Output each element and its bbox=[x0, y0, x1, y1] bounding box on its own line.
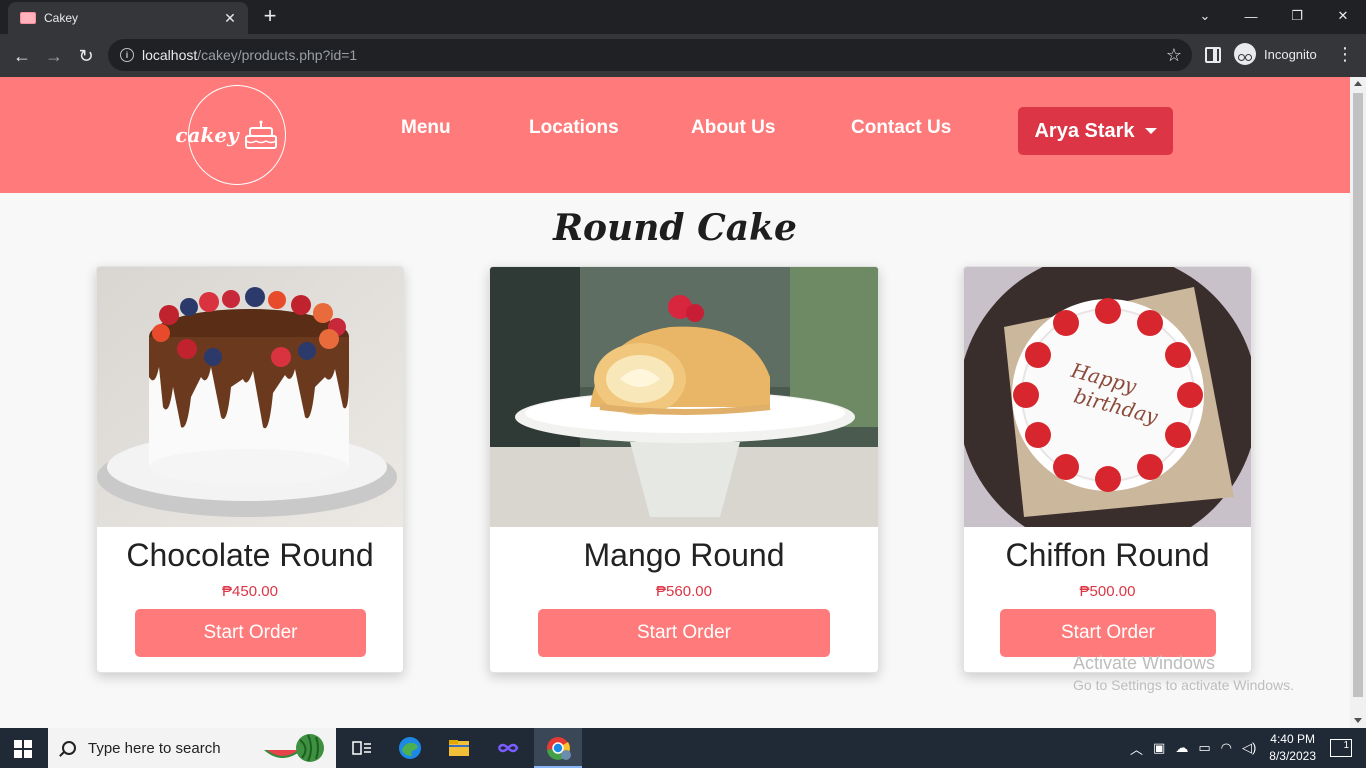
scroll-down-arrow-icon[interactable] bbox=[1354, 718, 1362, 723]
windows-taskbar: Type here to search ︿ ▣ ☁ ▭ ◠ ◁) 4:40 PM… bbox=[0, 728, 1366, 768]
logo-text: cakey bbox=[175, 123, 239, 147]
product-name: Chocolate Round bbox=[126, 537, 374, 573]
windows-start-icon[interactable] bbox=[14, 740, 32, 758]
side-panel-icon[interactable] bbox=[1205, 47, 1221, 63]
product-image bbox=[97, 267, 403, 527]
start-order-button[interactable]: Start Order bbox=[538, 609, 830, 657]
back-button[interactable]: ← bbox=[8, 42, 36, 70]
edge-browser-icon[interactable] bbox=[398, 736, 422, 760]
system-tray: ︿ ▣ ☁ ▭ ◠ ◁) 4:40 PM 8/3/2023 1 bbox=[1125, 728, 1366, 768]
incognito-indicator[interactable]: Incognito bbox=[1234, 43, 1317, 65]
product-price: ₱450.00 bbox=[222, 583, 278, 600]
caret-down-icon bbox=[1144, 128, 1157, 134]
scroll-thumb[interactable] bbox=[1353, 93, 1363, 697]
notification-count: 1 bbox=[1343, 740, 1349, 751]
product-card: Chocolate Round ₱450.00 Start Order bbox=[96, 266, 404, 673]
cake-logo-icon bbox=[244, 120, 277, 149]
site-info-icon[interactable]: i bbox=[120, 48, 134, 62]
watermelon-icon bbox=[264, 734, 324, 762]
chrome-taskbar-button[interactable] bbox=[534, 728, 582, 768]
product-price: ₱560.00 bbox=[656, 583, 712, 600]
browser-toolbar: ← → ↻ i localhost/cakey/products.php?id=… bbox=[0, 34, 1366, 77]
taskbar-search-placeholder: Type here to search bbox=[88, 739, 221, 757]
incognito-label: Incognito bbox=[1264, 46, 1317, 62]
reload-button[interactable]: ↻ bbox=[72, 42, 100, 70]
browser-tabstrip: Cakey ✕ + ⌄ — ❐ ✕ bbox=[0, 0, 1366, 34]
restore-button[interactable]: ❐ bbox=[1274, 0, 1320, 32]
search-icon bbox=[62, 741, 76, 755]
tab-search-icon[interactable]: ⌄ bbox=[1182, 0, 1228, 32]
close-window-button[interactable]: ✕ bbox=[1320, 0, 1366, 32]
notification-center-icon[interactable]: 1 bbox=[1330, 739, 1352, 757]
product-name: Mango Round bbox=[583, 537, 785, 573]
product-image: Happy birthday bbox=[964, 267, 1251, 527]
volume-icon[interactable]: ◁) bbox=[1242, 740, 1256, 756]
nav-contact-us[interactable]: Contact Us bbox=[851, 117, 951, 139]
clock-date: 8/3/2023 bbox=[1269, 749, 1316, 763]
window-controls: ⌄ — ❐ ✕ bbox=[1182, 0, 1366, 32]
product-card: Mango Round ₱560.00 Start Order bbox=[489, 266, 879, 673]
onedrive-icon[interactable]: ☁ bbox=[1175, 740, 1188, 756]
url-path: /cakey/products.php?id=1 bbox=[197, 47, 358, 63]
browser-menu-icon[interactable]: ⋮ bbox=[1336, 44, 1354, 64]
wifi-icon[interactable]: ◠ bbox=[1221, 740, 1232, 756]
taskbar-clock[interactable]: 4:40 PM 8/3/2023 bbox=[1269, 731, 1316, 765]
favicon-icon bbox=[20, 12, 36, 24]
nav-locations[interactable]: Locations bbox=[529, 117, 619, 139]
start-order-button[interactable]: Start Order bbox=[1000, 609, 1216, 657]
tab-close-icon[interactable]: ✕ bbox=[222, 10, 238, 27]
start-order-button[interactable]: Start Order bbox=[135, 609, 366, 657]
show-hidden-icons-icon[interactable]: ︿ bbox=[1130, 739, 1143, 758]
activate-windows-subtitle: Go to Settings to activate Windows. bbox=[1073, 677, 1294, 693]
scroll-up-arrow-icon[interactable] bbox=[1354, 81, 1362, 86]
page-scrollbar[interactable] bbox=[1350, 77, 1366, 728]
product-card: Happy birthday Chiffon Round ₱500.00 Sta… bbox=[963, 266, 1252, 673]
user-name: Arya Stark bbox=[1034, 119, 1135, 142]
browser-tab[interactable]: Cakey ✕ bbox=[8, 2, 248, 34]
battery-icon[interactable]: ▭ bbox=[1198, 740, 1210, 756]
file-explorer-icon[interactable] bbox=[447, 736, 471, 760]
forward-button[interactable]: → bbox=[40, 42, 68, 70]
activate-windows-title: Activate Windows bbox=[1073, 653, 1216, 673]
user-dropdown-button[interactable]: Arya Stark bbox=[1018, 107, 1173, 155]
page-title: Round Cake bbox=[553, 207, 797, 249]
nav-about-us[interactable]: About Us bbox=[691, 117, 775, 139]
tab-title: Cakey bbox=[44, 11, 79, 25]
product-image bbox=[490, 267, 878, 527]
page-viewport: cakey Menu Locations About Us Contact Us… bbox=[0, 77, 1350, 728]
incognito-icon bbox=[1234, 43, 1256, 65]
url-host: localhost bbox=[142, 47, 198, 63]
infinity-app-icon[interactable] bbox=[496, 736, 520, 760]
product-name: Chiffon Round bbox=[1005, 537, 1210, 573]
address-bar[interactable]: i localhost/cakey/products.php?id=1 ☆ bbox=[108, 39, 1192, 71]
site-logo[interactable]: cakey bbox=[175, 85, 286, 185]
taskbar-search-box[interactable]: Type here to search bbox=[48, 728, 336, 768]
product-price: ₱500.00 bbox=[1079, 583, 1136, 600]
minimize-button[interactable]: — bbox=[1228, 0, 1274, 32]
new-tab-button[interactable]: + bbox=[258, 5, 282, 29]
nav-menu[interactable]: Menu bbox=[401, 117, 451, 139]
bookmark-star-icon[interactable]: ☆ bbox=[1166, 45, 1182, 66]
task-view-icon[interactable] bbox=[350, 736, 374, 760]
meet-now-icon[interactable]: ▣ bbox=[1153, 740, 1165, 756]
clock-time: 4:40 PM bbox=[1270, 732, 1315, 746]
site-header: cakey Menu Locations About Us Contact Us… bbox=[0, 77, 1350, 193]
